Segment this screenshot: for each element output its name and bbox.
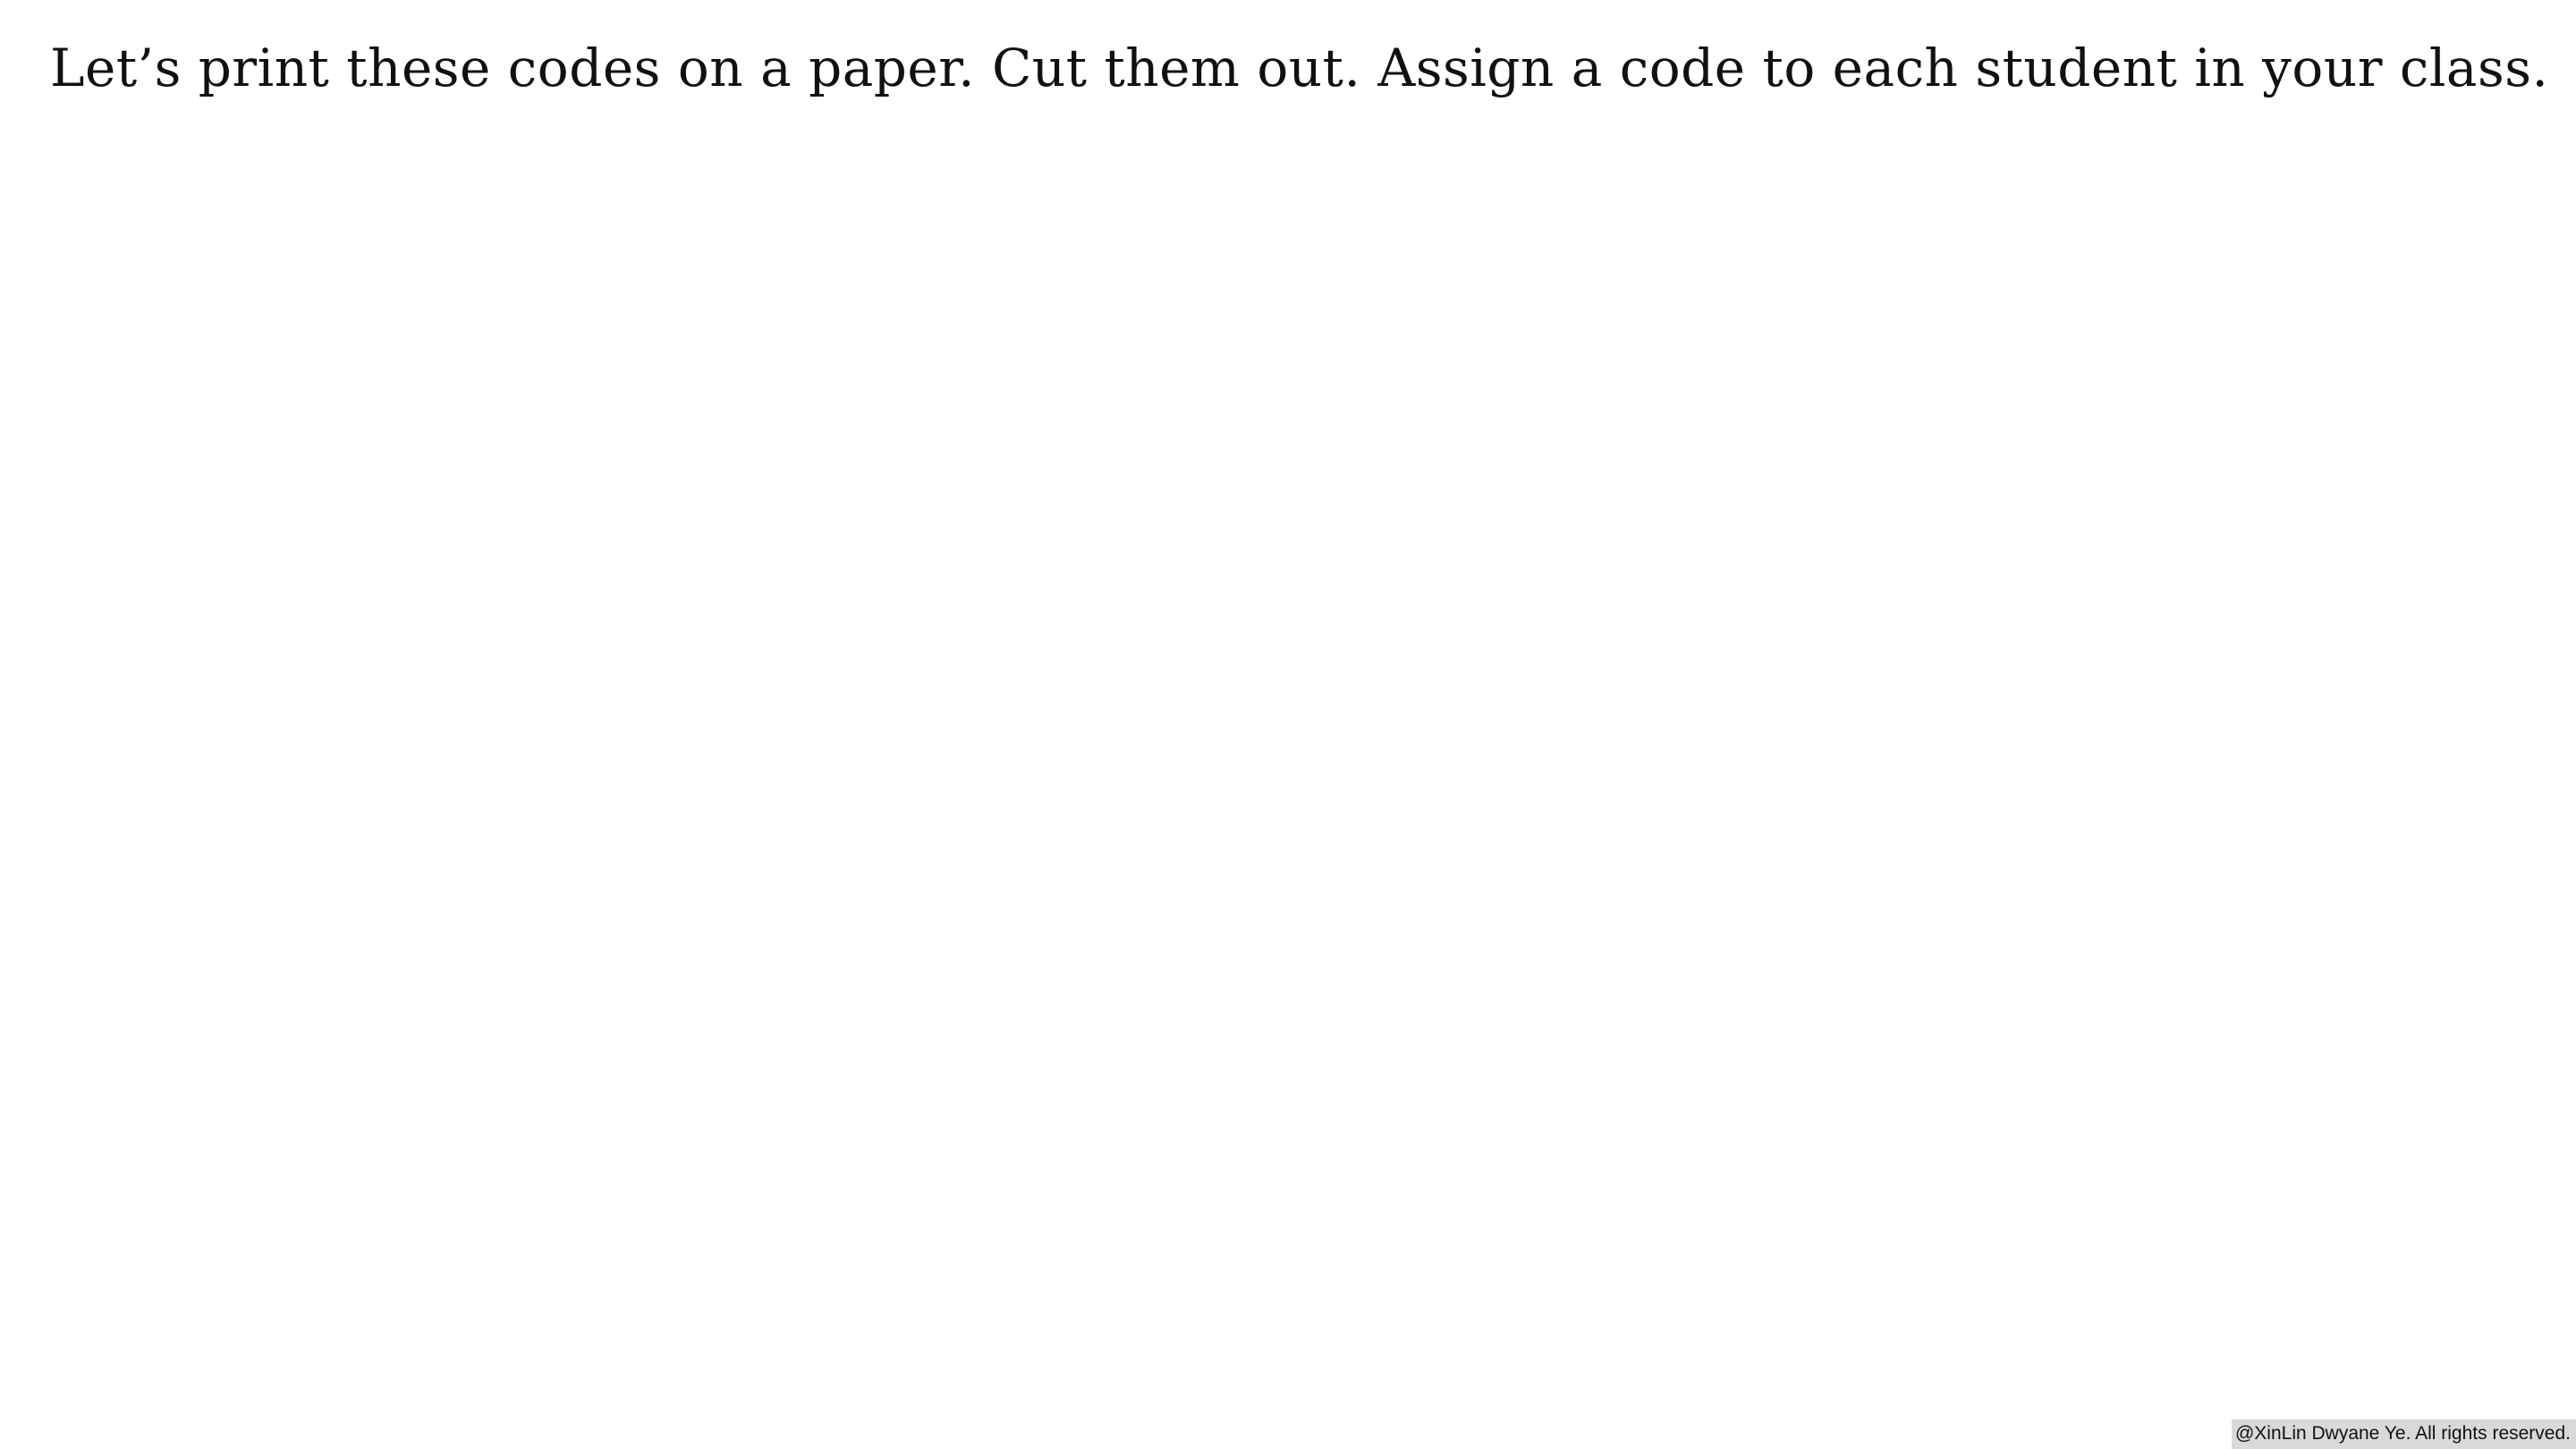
copyright-notice: @XinLin Dwyane Ye. All rights reserved. — [2231, 1419, 2576, 1449]
instruction-text: Let’s print these codes on a paper. Cut … — [50, 38, 2549, 98]
slide: Let’s print these codes on a paper. Cut … — [0, 0, 2576, 1449]
